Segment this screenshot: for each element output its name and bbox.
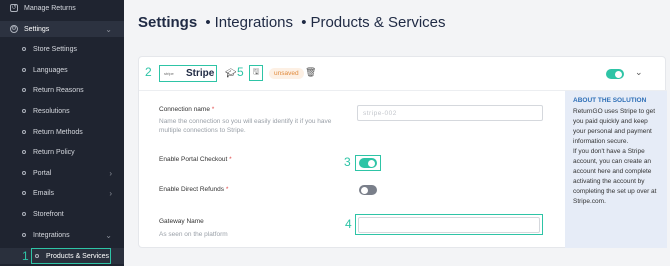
provider-title: stripe Stripe (159, 65, 217, 82)
direct-refunds-label: Enable Direct Refunds * (159, 186, 228, 193)
gateway-name-input[interactable] (358, 217, 540, 233)
label-text: Enable Portal Checkout (159, 156, 228, 163)
connection-toggle[interactable] (606, 69, 624, 79)
sidebar-item-return-methods[interactable]: Return Methods (0, 124, 124, 140)
sidebar-item-settings[interactable]: ⚙ Settings ⌄ (0, 21, 124, 37)
breadcrumb-products-services: Products & Services (310, 14, 446, 31)
main-content: Settings • Integrations • Products & Servi… (124, 0, 670, 266)
about-panel: ABOUT THE SOLUTION ReturnGO uses Stripe … (565, 91, 667, 248)
direct-refunds-toggle[interactable] (359, 185, 377, 195)
bullet-icon (22, 68, 26, 72)
chevron-right-icon: › (109, 168, 112, 178)
sidebar-item-label: Emails (33, 189, 55, 197)
sidebar-item-return-reasons[interactable]: Return Reasons (0, 82, 124, 98)
label-text: Enable Direct Refunds (159, 186, 225, 193)
sidebar-item-label: Return Reasons (33, 86, 84, 94)
bullet-icon (22, 171, 26, 175)
bullet-icon (22, 150, 26, 154)
sidebar-item-label: Languages (33, 66, 68, 74)
sidebar-item-label: Return Methods (33, 128, 83, 136)
chevron-down-icon[interactable]: ⌄ (635, 67, 643, 78)
bullet-icon (22, 212, 26, 216)
toggle-knob (361, 186, 368, 194)
sidebar-item-integrations[interactable]: Integrations ⌄ (0, 227, 124, 243)
sidebar-item-portal[interactable]: Portal › (0, 165, 124, 181)
integration-card: 2 stripe Stripe 🎓︎ 5 🖫︎ unsaved 🗑︎ ⌄ Con… (138, 56, 667, 248)
stripe-logo: stripe (164, 71, 174, 76)
connection-name-hint: Name the connection so you will easily i… (159, 118, 332, 134)
sidebar-item-label: Store Settings (33, 45, 77, 53)
provider-name: Stripe (186, 68, 215, 79)
portal-checkout-toggle[interactable] (359, 158, 377, 168)
required-mark: * (229, 156, 232, 163)
bullet-icon (22, 109, 26, 113)
toggle-knob (368, 159, 375, 167)
chevron-right-icon: › (109, 188, 112, 198)
status-badge: unsaved (269, 68, 304, 79)
sidebar-item-manage-returns[interactable]: ↺ Manage Returns (0, 0, 124, 16)
connection-name-label: Connection name * (159, 106, 214, 113)
sidebar-item-resolutions[interactable]: Resolutions (0, 103, 124, 119)
trash-icon[interactable]: 🗑︎ (305, 67, 316, 78)
annotation-2: 2 (145, 65, 152, 79)
bullet-icon (22, 191, 26, 195)
sidebar-item-store-settings[interactable]: Store Settings (0, 41, 124, 57)
connection-form: Connection name * Name the connection so… (139, 91, 547, 247)
save-button[interactable]: 🖫︎ (249, 65, 263, 81)
sidebar-item-emails[interactable]: Emails › (0, 185, 124, 201)
sidebar-item-label: Return Policy (33, 148, 75, 156)
title-settings: Settings (138, 14, 198, 31)
bullet-icon (22, 88, 26, 92)
sidebar-item-storefront[interactable]: Storefront (0, 206, 124, 222)
toggle-knob (615, 70, 622, 78)
sidebar-item-label: Storefront (33, 210, 64, 218)
highlight-box-1 (31, 248, 111, 264)
sidebar-item-return-policy[interactable]: Return Policy (0, 144, 124, 160)
breadcrumb-integrations[interactable]: Integrations (215, 14, 293, 31)
required-mark: * (211, 106, 215, 113)
bullet-icon (22, 47, 26, 51)
bullet-icon (22, 130, 26, 134)
annotation-3: 3 (344, 155, 351, 169)
chevron-down-icon: ⌄ (105, 230, 112, 240)
breadcrumb-separator: • (205, 14, 211, 31)
required-mark: * (225, 186, 229, 193)
save-icon: 🖫︎ (252, 67, 260, 76)
chevron-down-icon: ⌄ (105, 24, 112, 34)
sidebar-item-label: Portal (33, 169, 52, 177)
breadcrumb-separator: • (301, 14, 307, 31)
annotation-5: 5 (237, 65, 244, 79)
sidebar: ↺ Manage Returns ⚙ Settings ⌄ Store Sett… (0, 0, 124, 266)
gateway-name-label: Gateway Name (159, 218, 204, 225)
sidebar-item-label: Manage Returns (24, 4, 76, 12)
sidebar-item-label: Integrations (33, 231, 70, 239)
card-header: 2 stripe Stripe 🎓︎ 5 🖫︎ unsaved 🗑︎ ⌄ (139, 57, 667, 91)
sidebar-item-label: Resolutions (33, 107, 70, 115)
return-icon: ↺ (10, 4, 18, 12)
connection-name-input[interactable]: stripe-002 (357, 105, 543, 121)
annotation-4: 4 (345, 217, 352, 231)
sidebar-item-label: Settings (24, 25, 50, 33)
bullet-icon (22, 233, 26, 237)
page-title: Settings • Integrations • Products & Servi… (138, 14, 446, 31)
about-text-2: If you don't have a Stripe account, you … (573, 148, 657, 205)
about-text-1: ReturnGO uses Stripe to get you paid qui… (573, 108, 656, 145)
annotation-1: 1 (22, 249, 29, 263)
label-text: Connection name (159, 106, 210, 113)
graduation-cap-icon[interactable]: 🎓︎ (225, 68, 236, 79)
about-title: ABOUT THE SOLUTION (573, 97, 647, 104)
portal-checkout-label: Enable Portal Checkout * (159, 156, 232, 163)
sidebar-item-languages[interactable]: Languages (0, 62, 124, 78)
gear-icon: ⚙ (10, 25, 18, 33)
gateway-name-hint: As seen on the platform (159, 231, 228, 238)
